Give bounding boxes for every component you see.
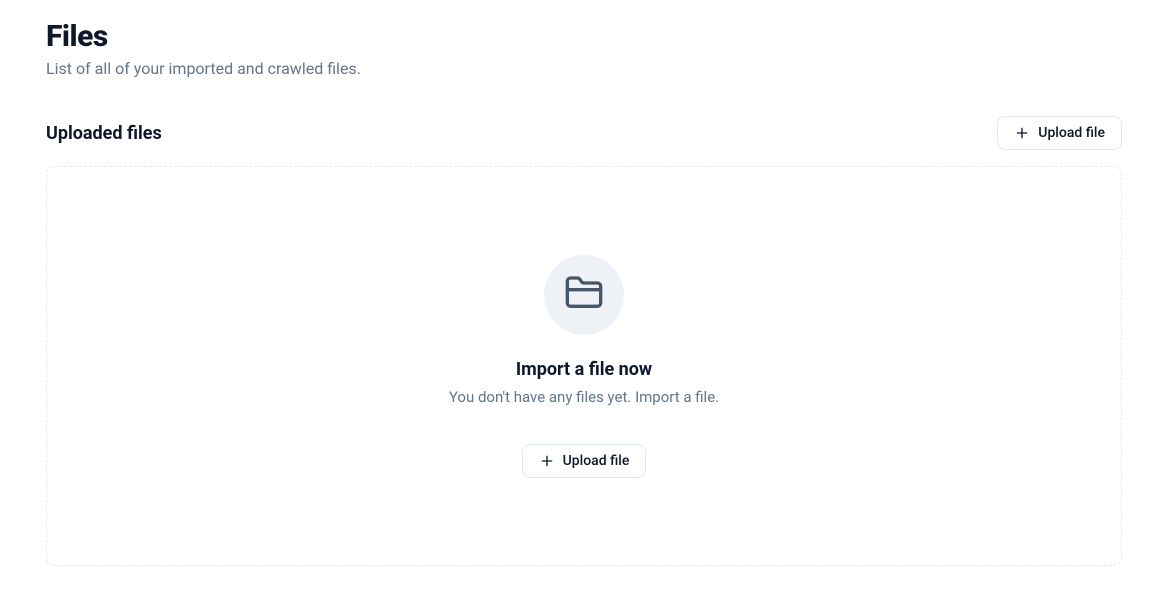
plus-icon — [1014, 125, 1030, 141]
upload-button-label: Upload file — [563, 453, 630, 469]
upload-button-label: Upload file — [1038, 125, 1105, 141]
section-header: Uploaded files Upload file — [46, 116, 1122, 150]
upload-file-button[interactable]: Upload file — [997, 116, 1122, 150]
upload-file-button-center[interactable]: Upload file — [522, 444, 647, 478]
folder-icon — [564, 273, 604, 317]
empty-state-container: Import a file now You don't have any fil… — [46, 166, 1122, 566]
page-title: Files — [46, 20, 1122, 53]
section-title: Uploaded files — [46, 123, 162, 144]
empty-state-title: Import a file now — [516, 359, 652, 380]
plus-icon — [539, 453, 555, 469]
folder-icon-circle — [544, 255, 624, 335]
empty-state-description: You don't have any files yet. Import a f… — [449, 388, 719, 406]
page-subtitle: List of all of your imported and crawled… — [46, 59, 1122, 78]
